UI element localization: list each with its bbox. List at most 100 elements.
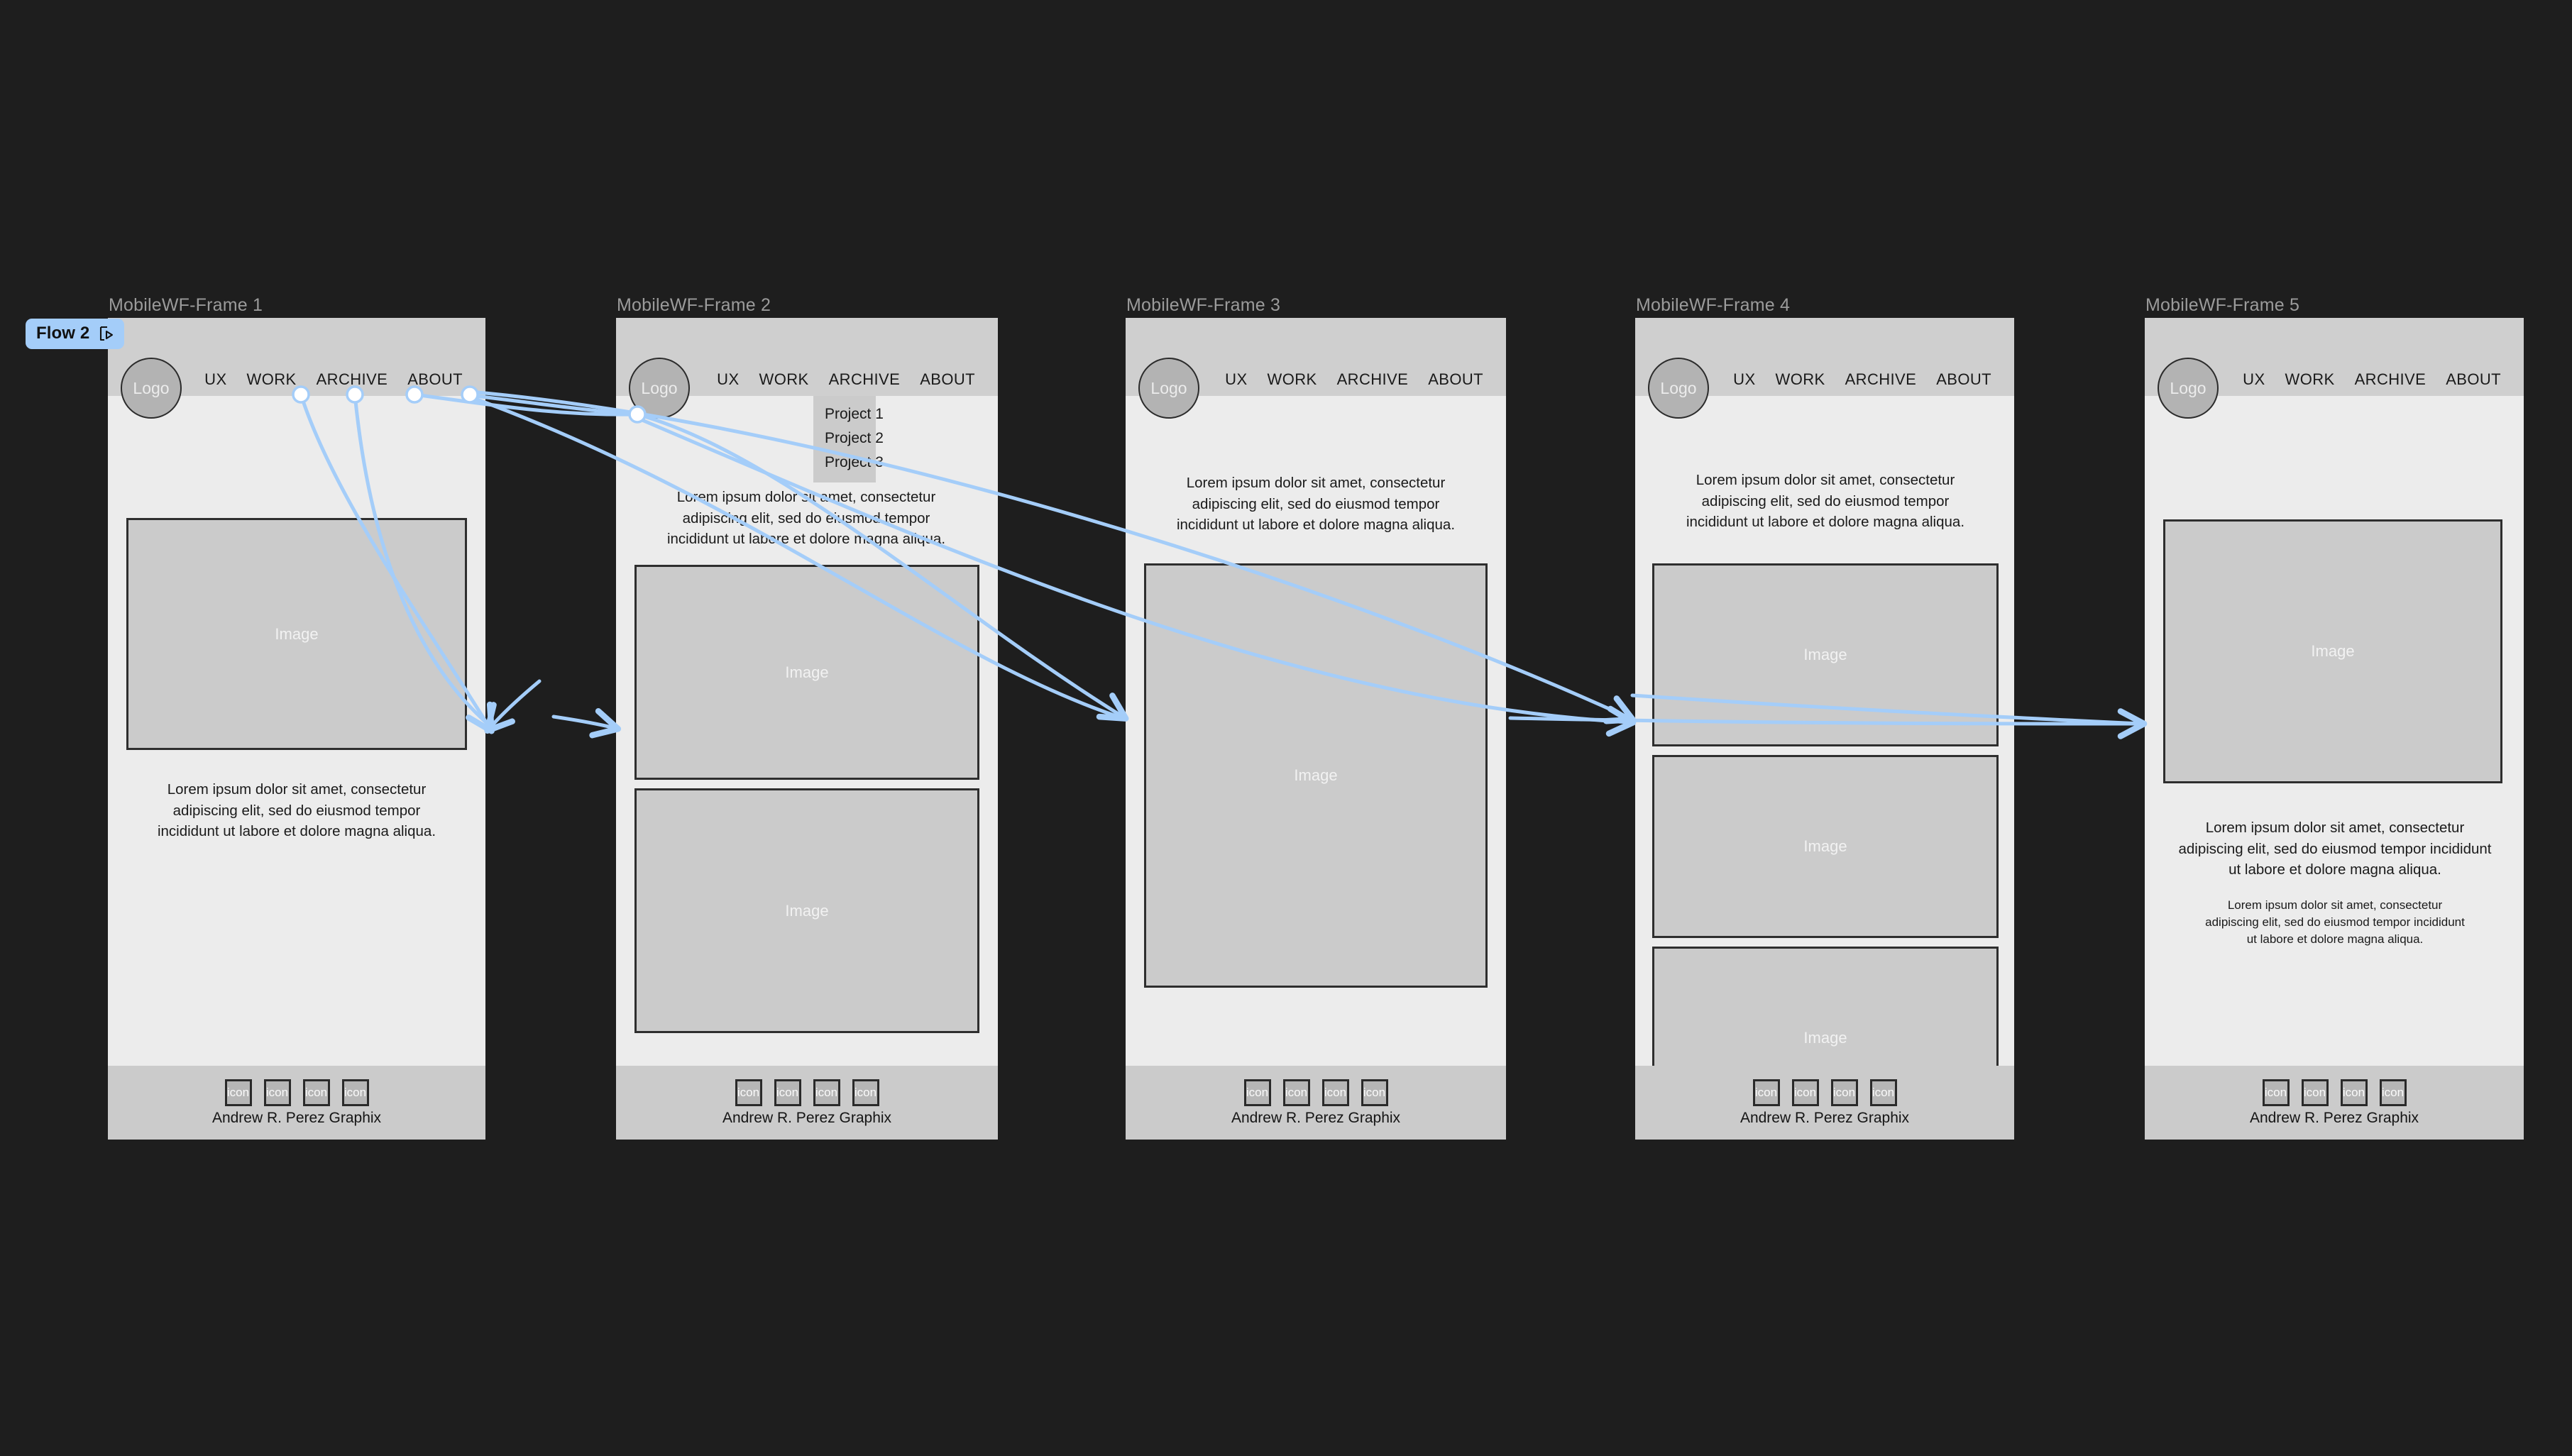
footer-credit: Andrew R. Perez Graphix — [1740, 1109, 1910, 1126]
nav-item-work[interactable]: WORK — [1258, 370, 1327, 389]
footer-icon-1[interactable]: icon — [735, 1079, 762, 1106]
body-paragraph: Lorem ipsum dolor sit amet, consectetur … — [157, 781, 436, 840]
footer-icons: icon icon icon icon — [1752, 1079, 1897, 1106]
footer-icon-3[interactable]: icon — [1321, 1079, 1349, 1106]
footer-icon-4[interactable]: icon — [341, 1079, 369, 1106]
nav-item-about[interactable]: ABOUT — [1418, 370, 1493, 389]
frame-2-nav: UX WORK ARCHIVE ABOUT — [707, 370, 985, 389]
footer-icon-3[interactable]: icon — [1830, 1079, 1858, 1106]
image-label: Image — [2311, 642, 2355, 660]
image-placeholder[interactable]: Image — [126, 518, 467, 750]
frame-5-nav: UX WORK ARCHIVE ABOUT — [2233, 370, 2511, 389]
footer-icon-1[interactable]: icon — [1752, 1079, 1780, 1106]
frame-3-footer: icon icon icon icon Andrew R. Perez Grap… — [1126, 1066, 1506, 1140]
image-placeholder-1[interactable]: Image — [634, 565, 979, 780]
image-placeholder-2[interactable]: Image — [1652, 755, 1999, 938]
nav-item-work[interactable]: WORK — [749, 370, 819, 389]
nav-item-archive[interactable]: ARCHIVE — [1327, 370, 1419, 389]
frame-5-label[interactable]: MobileWF-Frame 5 — [2145, 295, 2299, 316]
nav-item-about[interactable]: ABOUT — [2436, 370, 2511, 389]
nav-item-work[interactable]: WORK — [1766, 370, 1835, 389]
frame-1-header: UX WORK ARCHIVE ABOUT Logo — [108, 318, 485, 419]
footer-icon-4[interactable]: icon — [2379, 1079, 2407, 1106]
frame-3-body: Lorem ipsum dolor sit amet, consectetur … — [1126, 396, 1506, 1066]
frame-3-header: UX WORK ARCHIVE ABOUT Logo — [1126, 318, 1506, 419]
nav-item-archive[interactable]: ARCHIVE — [307, 370, 398, 389]
dropdown-item-project-3[interactable]: Project 3 — [813, 451, 884, 475]
nav-item-work[interactable]: WORK — [237, 370, 307, 389]
frame-3-label[interactable]: MobileWF-Frame 3 — [1126, 295, 1280, 316]
frame-3-nav: UX WORK ARCHIVE ABOUT — [1215, 370, 1493, 389]
footer-icon-2[interactable]: icon — [2301, 1079, 2329, 1106]
footer-icon-4[interactable]: icon — [852, 1079, 879, 1106]
frame-2-canvas: UX WORK ARCHIVE ABOUT Logo Project 1 Pro… — [616, 318, 998, 1140]
nav-item-archive[interactable]: ARCHIVE — [1835, 370, 1927, 389]
frame-1-canvas: UX WORK ARCHIVE ABOUT Logo Image Lorem i… — [108, 318, 485, 1140]
footer-icon-1[interactable]: icon — [2262, 1079, 2290, 1106]
connector-enter-frame2 — [551, 707, 622, 739]
frame-4-body: Lorem ipsum dolor sit amet, consectetur … — [1635, 396, 2014, 1130]
nav-item-archive[interactable]: ARCHIVE — [2345, 370, 2436, 389]
frame-2-footer: icon icon icon icon Andrew R. Perez Grap… — [616, 1066, 998, 1140]
footer-icon-2[interactable]: icon — [1791, 1079, 1819, 1106]
frame-4-canvas: UX WORK ARCHIVE ABOUT Logo Lorem ipsum d… — [1635, 318, 2014, 1140]
nav-item-work[interactable]: WORK — [2275, 370, 2345, 389]
frame-4-label[interactable]: MobileWF-Frame 4 — [1636, 295, 1790, 316]
flow-label: Flow 2 — [36, 324, 90, 343]
frame-1[interactable]: MobileWF-Frame 1 UX WORK ARCHIVE ABOUT L… — [108, 295, 485, 1140]
frame-4[interactable]: MobileWF-Frame 4 UX WORK ARCHIVE ABOUT L… — [1635, 295, 2014, 1140]
frame-1-nav: UX WORK ARCHIVE ABOUT — [194, 370, 473, 389]
body-paragraph: Lorem ipsum dolor sit amet, consectetur … — [666, 489, 946, 548]
frame-5-header: UX WORK ARCHIVE ABOUT Logo — [2145, 318, 2524, 419]
image-label: Image — [1803, 837, 1847, 855]
frame-1-body: Image Lorem ipsum dolor sit amet, consec… — [108, 396, 485, 1066]
footer-icon-2[interactable]: icon — [774, 1079, 801, 1106]
dropdown-item-project-1[interactable]: Project 1 — [813, 402, 884, 426]
figma-canvas[interactable]: Flow 2 MobileWF-Frame 1 UX WORK ARCHIVE … — [0, 0, 2572, 1456]
footer-icon-4[interactable]: icon — [1869, 1079, 1897, 1106]
image-placeholder-2[interactable]: Image — [634, 788, 979, 1033]
frame-3-canvas: UX WORK ARCHIVE ABOUT Logo Lorem ipsum d… — [1126, 318, 1506, 1140]
frame-2-label[interactable]: MobileWF-Frame 2 — [617, 295, 771, 316]
work-dropdown-menu[interactable]: Project 1 Project 2 Project 3 — [813, 396, 884, 482]
image-placeholder-1[interactable]: Image — [1652, 563, 1999, 746]
frame-3[interactable]: MobileWF-Frame 3 UX WORK ARCHIVE ABOUT L… — [1126, 295, 1506, 1140]
frame-5-footer: icon icon icon icon Andrew R. Perez Grap… — [2145, 1066, 2524, 1140]
nav-item-archive[interactable]: ARCHIVE — [819, 370, 911, 389]
footer-icon-1[interactable]: icon — [1243, 1079, 1271, 1106]
dropdown-item-project-2[interactable]: Project 2 — [813, 426, 884, 451]
nav-item-about[interactable]: ABOUT — [910, 370, 985, 389]
image-placeholder[interactable]: Image — [2163, 519, 2502, 783]
frame-5[interactable]: MobileWF-Frame 5 UX WORK ARCHIVE ABOUT L… — [2145, 295, 2524, 1140]
image-placeholder[interactable]: Image — [1144, 563, 1488, 988]
frame-2-header: UX WORK ARCHIVE ABOUT Logo — [616, 318, 998, 419]
frame-4-footer: icon icon icon icon Andrew R. Perez Grap… — [1635, 1066, 2014, 1140]
footer-icon-3[interactable]: icon — [813, 1079, 840, 1106]
footer-icon-3[interactable]: icon — [2340, 1079, 2368, 1106]
nav-item-about[interactable]: ABOUT — [397, 370, 473, 389]
footer-icon-1[interactable]: icon — [224, 1079, 252, 1106]
footer-icon-2[interactable]: icon — [1282, 1079, 1310, 1106]
footer-icons: icon icon icon icon — [2262, 1079, 2407, 1106]
frame-2[interactable]: MobileWF-Frame 2 UX WORK ARCHIVE ABOUT L… — [616, 295, 998, 1140]
body-paragraph-2: Lorem ipsum dolor sit amet, consectetur … — [2205, 898, 2465, 946]
nav-item-ux[interactable]: UX — [194, 370, 236, 389]
frame-1-footer: icon icon icon icon Andrew R. Perez Grap… — [108, 1066, 485, 1140]
nav-item-ux[interactable]: UX — [1723, 370, 1765, 389]
footer-credit: Andrew R. Perez Graphix — [722, 1109, 892, 1126]
footer-credit: Andrew R. Perez Graphix — [1231, 1109, 1401, 1126]
present-play-icon[interactable] — [98, 325, 115, 342]
footer-icon-4[interactable]: icon — [1361, 1079, 1388, 1106]
nav-item-ux[interactable]: UX — [1215, 370, 1257, 389]
frame-1-label[interactable]: MobileWF-Frame 1 — [109, 295, 263, 316]
nav-item-ux[interactable]: UX — [707, 370, 749, 389]
nav-item-ux[interactable]: UX — [2233, 370, 2275, 389]
image-label: Image — [785, 663, 829, 681]
flow-badge[interactable]: Flow 2 — [26, 319, 125, 349]
footer-icon-3[interactable]: icon — [302, 1079, 330, 1106]
frame-5-canvas: UX WORK ARCHIVE ABOUT Logo Image Lorem i… — [2145, 318, 2524, 1140]
nav-item-about[interactable]: ABOUT — [1926, 370, 2001, 389]
image-label: Image — [1803, 646, 1847, 663]
footer-icon-2[interactable]: icon — [263, 1079, 291, 1106]
image-label: Image — [1803, 1029, 1847, 1047]
